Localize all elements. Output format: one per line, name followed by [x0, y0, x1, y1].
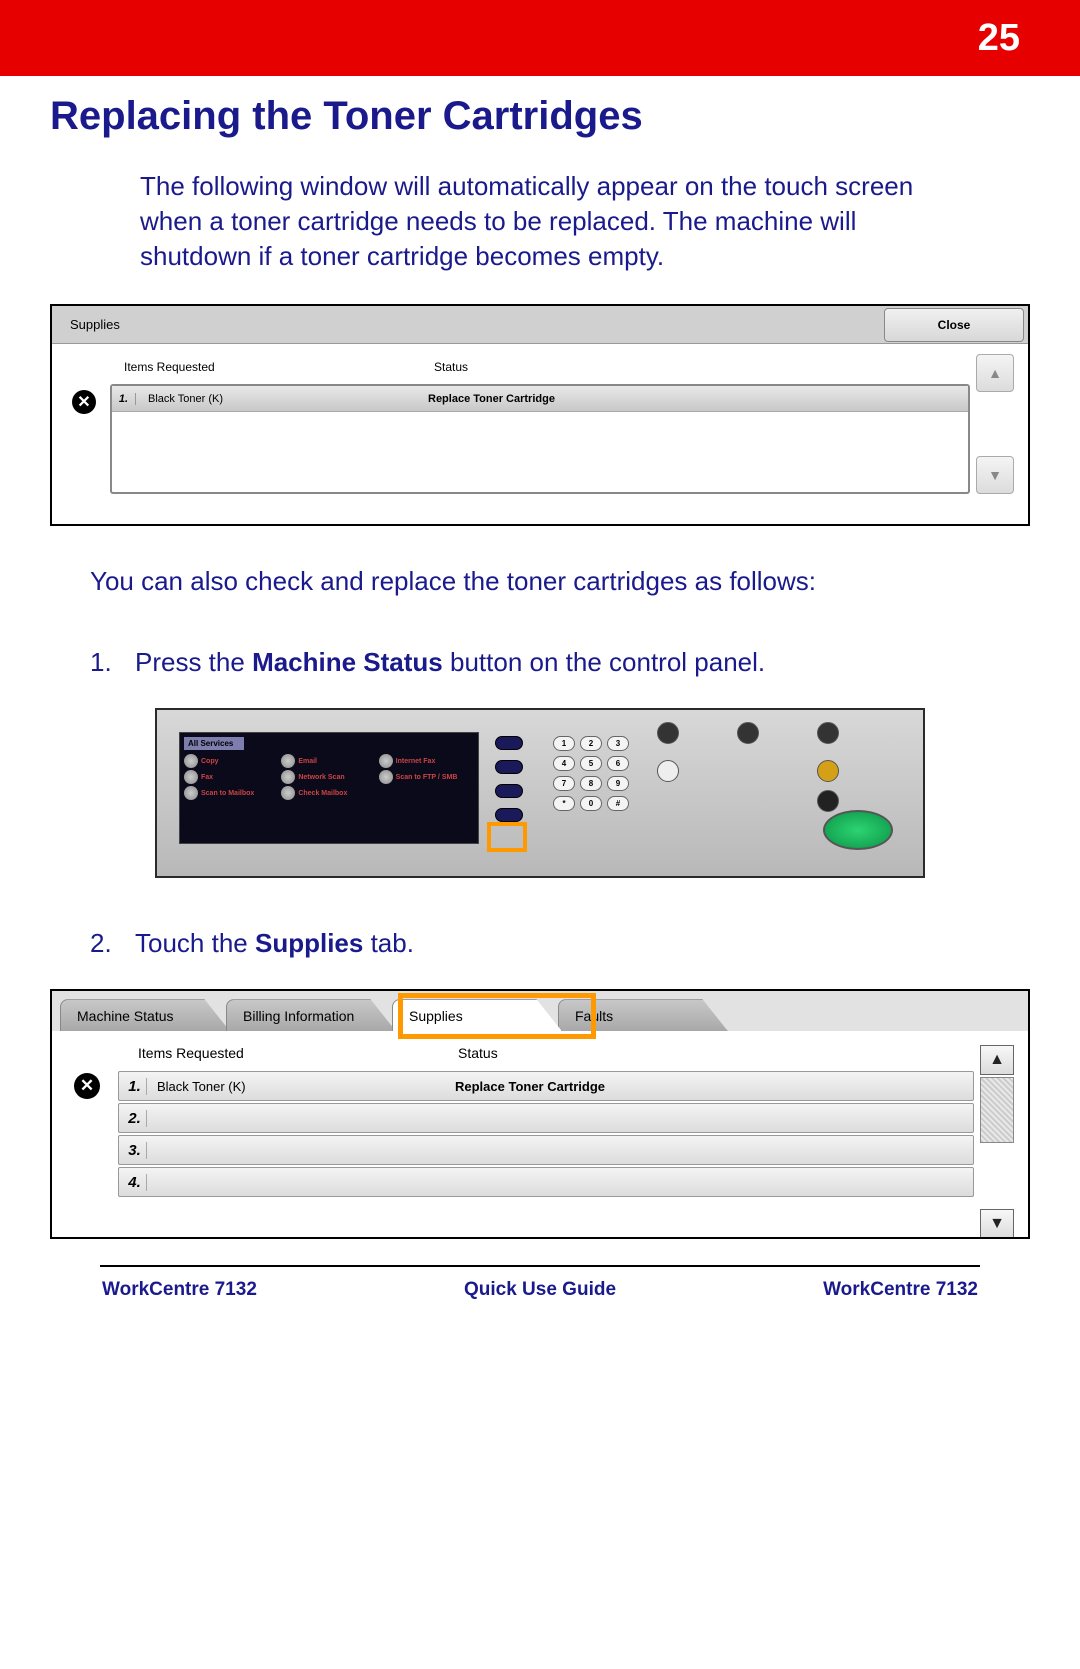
service-icon: [184, 786, 198, 800]
row-item: Black Toner (K): [147, 1079, 455, 1094]
page-footer: WorkCentre 7132 Quick Use Guide WorkCent…: [100, 1265, 980, 1331]
service-icon: [281, 754, 295, 768]
tab-machine-status[interactable]: Machine Status: [60, 999, 230, 1031]
led-button: [495, 808, 523, 822]
step2-text-a: Touch the: [135, 928, 255, 958]
key: #: [607, 796, 629, 811]
round-button: [817, 722, 839, 744]
service-item: Internet Fax: [379, 754, 474, 768]
key: 7: [553, 776, 575, 791]
round-button: [657, 722, 679, 744]
service-item: Network Scan: [281, 770, 376, 784]
footer-left: WorkCentre 7132: [102, 1279, 257, 1301]
page-number: 25: [978, 17, 1020, 60]
popup-title: Supplies: [52, 317, 884, 332]
service-item: Check Mailbox: [281, 786, 376, 800]
mid-text: You can also check and replace the toner…: [0, 526, 1080, 647]
service-item: Scan to FTP / SMB: [379, 770, 474, 784]
page-header-banner: 25: [0, 0, 1080, 76]
service-icon: [379, 770, 393, 784]
tab-billing-information[interactable]: Billing Information: [226, 999, 396, 1031]
footer-right: WorkCentre 7132: [823, 1279, 978, 1301]
service-icon: [379, 754, 393, 768]
led-button: [495, 784, 523, 798]
key: 1: [553, 736, 575, 751]
service-icon: [184, 754, 198, 768]
key: *: [553, 796, 575, 811]
key: 9: [607, 776, 629, 791]
step-number: 1.: [90, 647, 135, 678]
step-1: 1. Press the Machine Status button on th…: [0, 647, 1080, 708]
round-button: [737, 722, 759, 744]
round-button: [657, 760, 679, 782]
row-status: Replace Toner Cartridge: [428, 393, 555, 405]
row-number: 1.: [112, 393, 136, 405]
machine-status-screenshot: Machine Status Billing Information Suppl…: [50, 989, 1030, 1239]
list-item[interactable]: 1. Black Toner (K) Replace Toner Cartrid…: [112, 386, 968, 412]
round-button: [817, 760, 839, 782]
control-panel-illustration: All Services Copy Email Internet Fax Fax…: [155, 708, 925, 878]
service-item: Copy: [184, 754, 279, 768]
supplies-tab-highlight: [398, 993, 596, 1039]
service-item: Email: [281, 754, 376, 768]
key: 4: [553, 756, 575, 771]
service-icon: [281, 770, 295, 784]
step-number: 2.: [90, 928, 135, 959]
scroll-up-button[interactable]: ▲: [976, 354, 1014, 392]
service-icon: [281, 786, 295, 800]
list-item[interactable]: 4.: [118, 1167, 974, 1197]
start-button: [823, 810, 893, 850]
scroll-down-button[interactable]: ▼: [980, 1209, 1014, 1239]
all-services-tab: All Services: [184, 737, 244, 750]
col-items-header: Items Requested: [124, 360, 434, 374]
close-button[interactable]: Close: [884, 308, 1024, 342]
error-icon: ✕: [74, 1073, 100, 1099]
step2-text-c: tab.: [363, 928, 414, 958]
numeric-keypad: 1 2 3 4 5 6 7 8 9 * 0 #: [553, 736, 629, 811]
list-item[interactable]: 3.: [118, 1135, 974, 1165]
service-item: Scan to Mailbox: [184, 786, 279, 800]
led-button: [495, 760, 523, 774]
row-number: 4.: [119, 1174, 147, 1191]
intro-text: The following window will automatically …: [0, 169, 1080, 304]
touch-screen: All Services Copy Email Internet Fax Fax…: [179, 732, 479, 844]
col-items-header: Items Requested: [138, 1045, 458, 1061]
scroll-up-button[interactable]: ▲: [980, 1045, 1014, 1075]
list-item[interactable]: 1. Black Toner (K) Replace Toner Cartrid…: [118, 1071, 974, 1101]
list-item[interactable]: 2.: [118, 1103, 974, 1133]
key: 5: [580, 756, 602, 771]
col-status-header: Status: [434, 360, 468, 374]
key: 2: [580, 736, 602, 751]
row-number: 1.: [119, 1078, 147, 1095]
supplies-list: ✕ 1. Black Toner (K) Replace Toner Cartr…: [110, 384, 970, 494]
footer-center: Quick Use Guide: [464, 1279, 616, 1301]
col-status-header: Status: [458, 1045, 498, 1061]
page-title: Replacing the Toner Cartridges: [0, 76, 1080, 169]
scrollbar-track[interactable]: [980, 1077, 1014, 1143]
led-button: [495, 736, 523, 750]
step1-text-c: button on the control panel.: [443, 647, 765, 677]
step1-text-a: Press the: [135, 647, 252, 677]
key: 8: [580, 776, 602, 791]
row-item: Black Toner (K): [136, 393, 428, 405]
row-number: 3.: [119, 1142, 147, 1159]
round-button: [817, 790, 839, 812]
machine-status-button-highlight: [487, 822, 527, 852]
supplies-popup-screenshot: Supplies Close Items Requested Status ✕ …: [50, 304, 1030, 526]
step-2: 2. Touch the Supplies tab.: [0, 928, 1080, 989]
step2-bold: Supplies: [255, 928, 363, 958]
key: 6: [607, 756, 629, 771]
error-icon: ✕: [72, 390, 96, 414]
scroll-down-button[interactable]: ▼: [976, 456, 1014, 494]
key: 3: [607, 736, 629, 751]
key: 0: [580, 796, 602, 811]
service-icon: [184, 770, 198, 784]
row-number: 2.: [119, 1110, 147, 1127]
service-item: Fax: [184, 770, 279, 784]
row-status: Replace Toner Cartridge: [455, 1079, 605, 1094]
step1-bold: Machine Status: [252, 647, 443, 677]
